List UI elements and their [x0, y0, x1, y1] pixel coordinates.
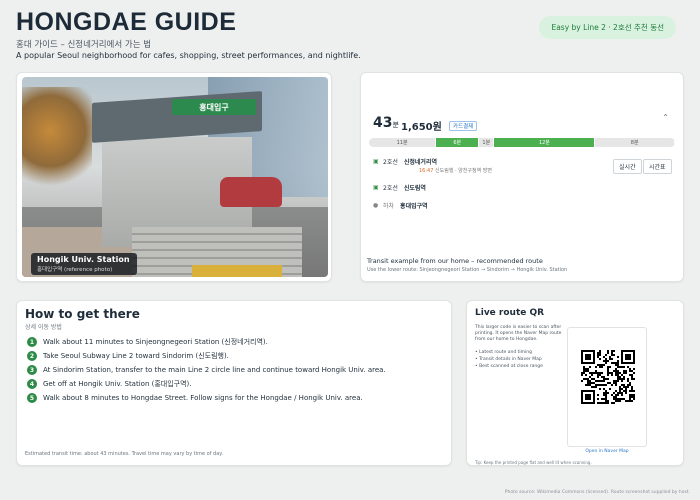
- directions-subtitle: 상세 이동 방법: [25, 324, 62, 331]
- qr-description: This larger code is easier to scan after…: [475, 325, 562, 342]
- qr-bullet: Transit details in Naver Map: [475, 356, 543, 363]
- direction-step: 5 Walk about 8 minutes to Hongdae Street.…: [27, 393, 363, 403]
- step-text: Get off at Hongik Univ. Station (홍대입구역).: [43, 380, 192, 388]
- step-text: Walk about 8 minutes to Hongdae Street. …: [43, 394, 363, 402]
- route-caption: Transit example from our home – recommen…: [367, 257, 543, 265]
- realtime-button[interactable]: 실시간: [613, 159, 642, 174]
- qr-code-icon[interactable]: [581, 350, 635, 404]
- timeline-segment: 1분: [479, 138, 495, 147]
- qr-card: Live route QR This larger code is easier…: [466, 300, 684, 466]
- timeline-segment: 8분: [595, 138, 675, 147]
- step-number: 5: [27, 393, 37, 403]
- subtitle-english: A popular Seoul neighborhood for cafes, …: [16, 51, 361, 60]
- step-line: 2호선: [383, 159, 398, 166]
- transit-route-card: 43분 1,650원 카드결제 ⌃ 11분 6분 1분 12분 8분 ▣ 2호선 신정네…: [360, 72, 684, 282]
- qr-tip: Tip: Keep the printed page flat and well…: [475, 460, 592, 465]
- qr-title: Live route QR: [475, 308, 545, 318]
- station-sign: 홍대입구: [172, 99, 256, 115]
- station-photo: 홍대입구 Hongik Univ. Station 홍대입구역 (referen…: [22, 77, 328, 277]
- route-step-2: ▣ 2호선 신도림역: [373, 183, 426, 192]
- walk-icon: ●: [373, 202, 379, 209]
- direction-step: 3 At Sindorim Station, transfer to the ma…: [27, 365, 386, 375]
- route-badge: Easy by Line 2 · 2호선 추천 동선: [539, 16, 676, 39]
- photo-caption-sub: 홍대입구역 (reference photo): [37, 267, 113, 273]
- subtitle-korean: 홍대 가이드 – 신정네거리에서 가는 법: [16, 40, 152, 50]
- route-screenshot: 43분 1,650원 카드결제 ⌃ 11분 6분 1분 12분 8분 ▣ 2호선 신정네…: [367, 107, 679, 217]
- qr-code-frame[interactable]: [567, 327, 647, 447]
- step-text: Take Seoul Subway Line 2 toward Sindorim…: [43, 352, 229, 360]
- qr-bullets: Latest route and timing Transit details …: [475, 349, 543, 370]
- step-number: 3: [27, 365, 37, 375]
- photo-caption: Hongik Univ. Station 홍대입구역 (reference ph…: [31, 253, 137, 275]
- chevron-up-icon[interactable]: ⌃: [662, 113, 669, 122]
- photo-caption-title: Hongik Univ. Station: [37, 255, 130, 264]
- directions-footnote: Estimated transit time: about 43 minutes…: [25, 451, 224, 457]
- directions-card: How to get there 상세 이동 방법 1 Walk about 11…: [16, 300, 452, 466]
- direction-step: 4 Get off at Hongik Univ. Station (홍대입구역)…: [27, 379, 192, 389]
- step-number: 1: [27, 337, 37, 347]
- route-step-1: ▣ 2호선 신정네거리역 16:47 신도림행 · 양천구청역 방면: [373, 157, 492, 174]
- station-photo-card: 홍대입구 Hongik Univ. Station 홍대입구역 (referen…: [16, 72, 332, 282]
- timeline-segment: 12분: [494, 138, 596, 147]
- open-naver-map-link[interactable]: Open in Naver Map: [567, 449, 647, 454]
- qr-bullet: Latest route and timing: [475, 349, 543, 356]
- photo-credit: Photo source: Wikimedia Commons (license…: [504, 490, 690, 495]
- route-step-3: ● 하차 홍대입구역: [373, 201, 428, 210]
- subway-icon: ▣: [373, 158, 379, 165]
- step-text: Walk about 11 minutes to Sinjeongnegeori…: [43, 338, 268, 346]
- direction-step: 1 Walk about 11 minutes to Sinjeongnegeor…: [27, 337, 268, 347]
- fare-badge: 카드결제: [449, 121, 478, 131]
- step-number: 4: [27, 379, 37, 389]
- route-timeline-bar: 11분 6분 1분 12분 8분: [369, 138, 675, 147]
- step-detail: 16:47 신도림행 · 양천구청역 방면: [419, 168, 492, 174]
- route-fare: 1,650원: [401, 122, 442, 133]
- route-duration: 43분: [373, 115, 399, 131]
- directions-title: How to get there: [25, 307, 140, 321]
- step-station: 신정네거리역: [403, 159, 437, 166]
- step-text: At Sindorim Station, transfer to the mai…: [43, 366, 386, 374]
- subway-icon: ▣: [373, 184, 379, 191]
- step-line: 하차: [383, 203, 395, 210]
- step-station: 신도림역: [403, 185, 426, 192]
- timeline-segment: 6분: [436, 138, 480, 147]
- route-caption-sub: Use the lower route: Sinjeongnegeori Sta…: [367, 267, 568, 273]
- step-number: 2: [27, 351, 37, 361]
- step-station: 홍대입구역: [400, 203, 428, 210]
- direction-step: 2 Take Seoul Subway Line 2 toward Sindori…: [27, 351, 229, 361]
- page-title: HONGDAE GUIDE: [16, 8, 237, 36]
- qr-bullet: Best scanned at close range: [475, 363, 543, 370]
- timeline-segment: 11분: [369, 138, 437, 147]
- step-line: 2호선: [383, 185, 398, 192]
- timetable-button[interactable]: 시간표: [643, 159, 672, 174]
